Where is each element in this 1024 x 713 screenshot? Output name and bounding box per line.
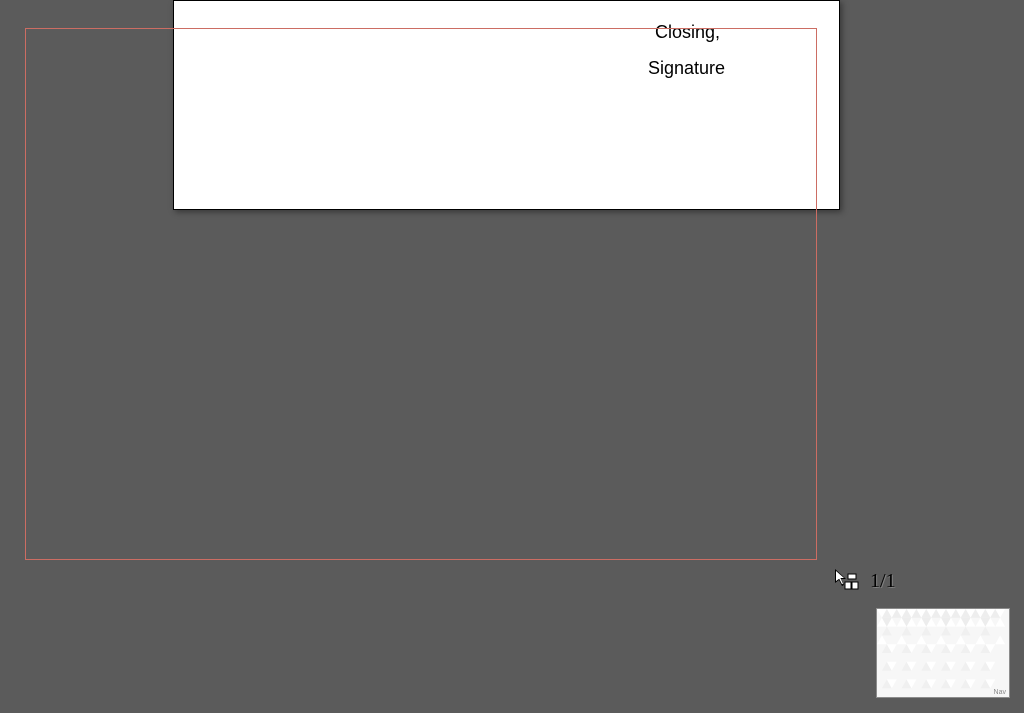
canvas-viewport[interactable]: Closing, Signature 1/1 xyxy=(0,0,1024,713)
pointer-pages-icon xyxy=(832,567,860,595)
navigator-label: Nav xyxy=(994,689,1006,696)
page-indicator: 1/1 xyxy=(832,564,932,598)
letter-signature-text: Signature xyxy=(648,58,725,79)
page-count-label: 1/1 xyxy=(870,570,896,593)
navigator-pattern-icon xyxy=(877,609,1009,697)
current-page: 1 xyxy=(870,570,880,592)
total-pages: 1 xyxy=(886,570,896,592)
document-page[interactable]: Closing, Signature xyxy=(173,0,840,210)
navigator-thumbnail[interactable]: Nav xyxy=(876,608,1010,698)
letter-closing-text: Closing, xyxy=(655,22,720,43)
